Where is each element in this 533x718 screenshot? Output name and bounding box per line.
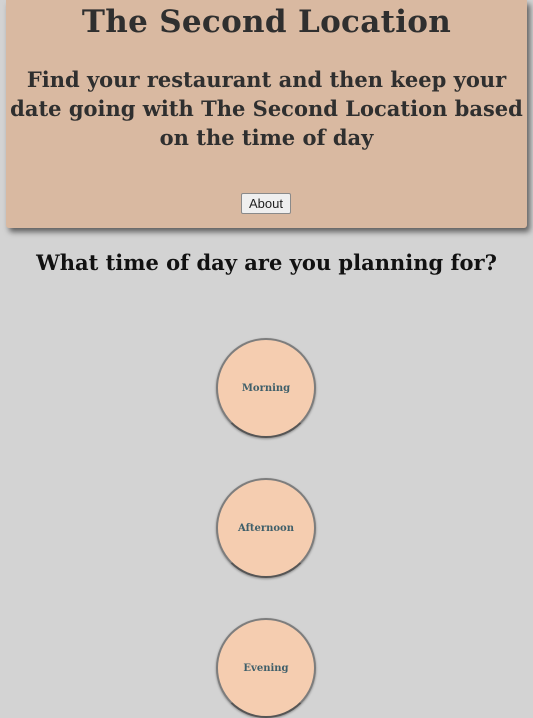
afternoon-label: Afternoon (237, 522, 294, 534)
afternoon-button[interactable]: Afternoon (216, 478, 316, 578)
site-header: The Second Location Find your restaurant… (6, 0, 527, 228)
evening-button[interactable]: Evening (216, 618, 316, 718)
site-title: The Second Location (81, 4, 452, 40)
evening-label: Evening (243, 662, 289, 674)
morning-button[interactable]: Morning (216, 338, 316, 438)
time-of-day-question: What time of day are you planning for? (36, 250, 497, 275)
site-tagline: Find your restaurant and then keep your … (10, 67, 523, 150)
about-button[interactable]: About (241, 193, 291, 214)
morning-label: Morning (241, 382, 291, 394)
